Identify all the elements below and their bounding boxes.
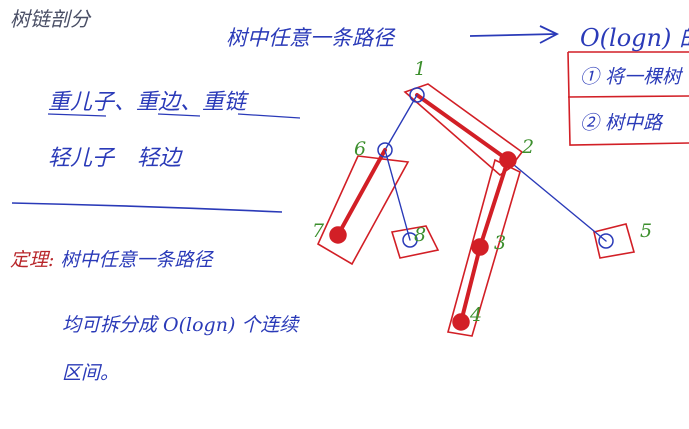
theorem-body: 树中任意一条路径	[60, 249, 213, 271]
node-label-6: 6	[354, 138, 367, 160]
node-label-2: 2	[522, 136, 535, 158]
box-step-2: ② 树中路	[580, 112, 663, 134]
box-step-1: ① 将一棵树	[580, 66, 682, 88]
top-claim: 树中任意一条路径	[226, 26, 394, 50]
title-note: 树链剖分	[10, 7, 90, 31]
heavy-chain-box-3	[316, 155, 410, 266]
light-edge-1-6	[384, 94, 418, 151]
node-label-3: 3	[494, 232, 507, 254]
node-label-5: 5	[640, 220, 653, 242]
complexity-note: O(logn) 的	[580, 24, 689, 52]
theorem-label: 定理:	[10, 249, 55, 271]
light-edge-6-8	[384, 149, 411, 241]
tree-node-3	[471, 238, 489, 256]
tree-node-7	[329, 226, 347, 244]
tree-edges	[336, 93, 607, 324]
light-terms: 轻儿子 轻边	[48, 146, 181, 171]
light-edge-2-5	[507, 159, 607, 242]
divider-line	[11, 202, 283, 213]
heavy-edge-1-2	[415, 93, 510, 162]
theorem-statement: 定理: 树中任意一条路径	[10, 245, 212, 272]
node-label-1: 1	[414, 58, 427, 80]
node-label-7: 7	[312, 220, 325, 242]
arrow-line	[469, 33, 557, 37]
node-label-4: 4	[470, 304, 483, 326]
light-node-box-5	[593, 223, 636, 259]
tree-node-4	[452, 313, 470, 331]
heavy-terms: 重儿子、重边、重链	[48, 90, 247, 115]
theorem-text-line-2: 区间。	[62, 362, 120, 384]
theorem-text-line-1: 均可拆分成 O(logn) 个连续	[62, 314, 299, 336]
tree-nodes	[329, 87, 614, 331]
tree-node-2	[499, 151, 517, 169]
node-label-8: 8	[414, 224, 427, 246]
heavy-edge-6-7	[336, 148, 387, 237]
